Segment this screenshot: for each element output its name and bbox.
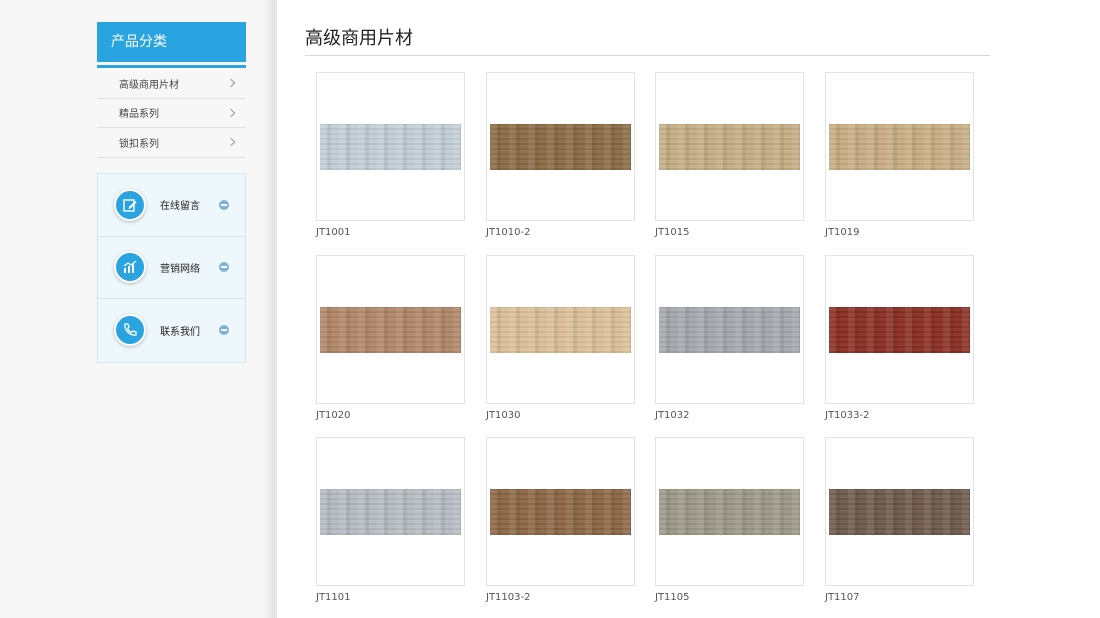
product-card[interactable]: JT1101 [316, 437, 465, 603]
category-header-underline [97, 65, 246, 68]
contact-item-label: 在线留言 [160, 201, 200, 213]
product-thumbnail[interactable] [316, 255, 465, 404]
category-item-label: 高级商用片材 [119, 79, 179, 91]
chevron-right-icon [226, 138, 236, 147]
contact-item-label: 营销网络 [160, 263, 200, 275]
product-code[interactable]: JT1033-2 [825, 410, 869, 421]
minus-circle-icon [219, 262, 229, 273]
contact-panel: 在线留言 营销网络 联系我们 [97, 173, 246, 363]
product-card[interactable]: JT1107 [825, 437, 974, 603]
product-card[interactable]: JT1020 [316, 255, 465, 421]
product-thumbnail[interactable] [486, 255, 635, 404]
product-card[interactable]: JT1103-2 [486, 437, 635, 603]
flooring-sample-image [829, 124, 970, 170]
product-card[interactable]: JT1033-2 [825, 255, 974, 421]
category-item-click-lock-series[interactable]: 锁扣系列 [97, 128, 246, 158]
flooring-sample-image [829, 489, 970, 535]
category-item-label: 锁扣系列 [119, 138, 159, 150]
chevron-right-icon [226, 108, 236, 117]
product-thumbnail[interactable] [316, 72, 465, 221]
product-code[interactable]: JT1105 [655, 592, 690, 603]
product-card[interactable]: JT1019 [825, 72, 974, 238]
flooring-sample-image [490, 489, 631, 535]
product-thumbnail[interactable] [655, 437, 804, 586]
product-card[interactable]: JT1105 [655, 437, 804, 603]
category-item-premium-series[interactable]: 精品系列 [97, 99, 246, 128]
product-thumbnail[interactable] [825, 72, 974, 221]
edit-icon [114, 188, 146, 221]
category-item-commercial-sheets[interactable]: 高级商用片材 [97, 69, 246, 99]
sidebar-shadow [263, 0, 277, 618]
flooring-sample-image [320, 307, 461, 353]
title-divider [305, 55, 990, 56]
contact-item-contact-us[interactable]: 联系我们 [98, 299, 245, 362]
flooring-sample-image [320, 124, 461, 170]
product-card[interactable]: JT1030 [486, 255, 635, 421]
contact-item-online-message[interactable]: 在线留言 [98, 174, 245, 237]
page: 产品分类 高级商用片材 精品系列 锁扣系列 在线留言 营销网络 联系我们 高级商… [0, 0, 1100, 618]
phone-icon [114, 314, 146, 347]
flooring-sample-image [490, 307, 631, 353]
product-thumbnail[interactable] [825, 437, 974, 586]
product-code[interactable]: JT1010-2 [486, 227, 530, 238]
product-code[interactable]: JT1015 [655, 227, 690, 238]
product-code[interactable]: JT1030 [486, 410, 521, 421]
flooring-sample-image [659, 489, 800, 535]
product-card[interactable]: JT1015 [655, 72, 804, 238]
flooring-sample-image [490, 124, 631, 170]
chevron-right-icon [226, 79, 236, 88]
category-list: 高级商用片材 精品系列 锁扣系列 [97, 69, 246, 158]
minus-circle-icon [219, 325, 229, 336]
product-code[interactable]: JT1101 [316, 592, 351, 603]
flooring-sample-image [829, 307, 970, 353]
page-title: 高级商用片材 [305, 28, 413, 49]
product-thumbnail[interactable] [825, 255, 974, 404]
product-thumbnail[interactable] [655, 72, 804, 221]
category-item-label: 精品系列 [119, 109, 159, 121]
product-code[interactable]: JT1019 [825, 227, 860, 238]
product-thumbnail[interactable] [486, 437, 635, 586]
product-thumbnail[interactable] [316, 437, 465, 586]
product-thumbnail[interactable] [655, 255, 804, 404]
product-code[interactable]: JT1107 [825, 592, 860, 603]
flooring-sample-image [659, 307, 800, 353]
contact-item-label: 联系我们 [160, 326, 200, 338]
contact-item-sales-network[interactable]: 营销网络 [98, 237, 245, 299]
flooring-sample-image [320, 489, 461, 535]
product-code[interactable]: JT1032 [655, 410, 690, 421]
product-card[interactable]: JT1032 [655, 255, 804, 421]
product-card[interactable]: JT1010-2 [486, 72, 635, 238]
product-code[interactable]: JT1103-2 [486, 592, 530, 603]
minus-circle-icon [219, 199, 229, 210]
category-header: 产品分类 [97, 22, 246, 62]
product-card[interactable]: JT1001 [316, 72, 465, 238]
chart-icon [114, 251, 146, 284]
product-thumbnail[interactable] [486, 72, 635, 221]
product-code[interactable]: JT1001 [316, 227, 351, 238]
flooring-sample-image [659, 124, 800, 170]
product-code[interactable]: JT1020 [316, 410, 351, 421]
